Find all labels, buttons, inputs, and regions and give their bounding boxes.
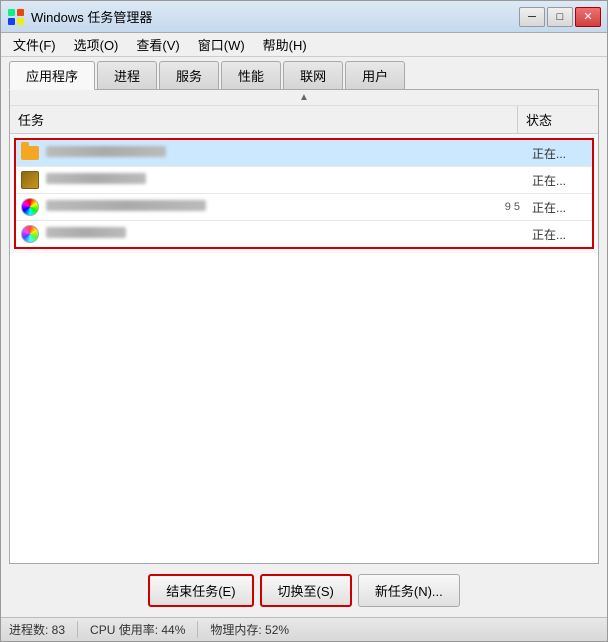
minimize-button[interactable]: ─ <box>519 7 545 27</box>
menu-options[interactable]: 选项(O) <box>66 33 127 56</box>
task-list: 正在... 正在... <box>14 138 594 249</box>
window-title: Windows 任务管理器 <box>31 7 519 26</box>
maximize-button[interactable]: □ <box>547 7 573 27</box>
col-header-status: 状态 <box>518 106 598 133</box>
scroll-indicator: ▲ <box>10 90 598 106</box>
task-status: 正在... <box>528 145 588 162</box>
status-cpu: CPU 使用率: 44% <box>78 621 198 638</box>
table-row[interactable]: 正在... <box>16 140 592 167</box>
menu-bar: 文件(F) 选项(O) 查看(V) 窗口(W) 帮助(H) <box>1 33 607 57</box>
table-row[interactable]: 9 5 正在... <box>16 194 592 221</box>
end-task-button[interactable]: 结束任务(E) <box>148 574 253 607</box>
task-table: 任务 状态 正在... <box>10 106 598 563</box>
up-arrow-icon: ▲ <box>299 92 309 103</box>
task-name <box>46 146 528 160</box>
status-memory: 物理内存: 52% <box>198 621 301 638</box>
window-icon <box>7 8 25 26</box>
switch-to-button[interactable]: 切换至(S) <box>260 574 352 607</box>
folder-icon <box>20 143 40 163</box>
task-name <box>46 227 528 241</box>
status-processes: 进程数: 83 <box>9 621 78 638</box>
close-button[interactable]: ✕ <box>575 7 601 27</box>
content-area: ▲ 任务 状态 正在... <box>9 89 599 564</box>
col-header-task: 任务 <box>10 106 518 133</box>
tab-processes[interactable]: 进程 <box>97 61 157 89</box>
tab-users[interactable]: 用户 <box>345 61 405 89</box>
tab-bar: 应用程序 进程 服务 性能 联网 用户 <box>1 57 607 89</box>
task-status: 正在... <box>528 226 588 243</box>
task-name <box>46 173 528 187</box>
window-controls: ─ □ ✕ <box>519 7 601 27</box>
colorwheel2-icon <box>20 224 40 244</box>
table-row[interactable]: 正在... <box>16 221 592 247</box>
task-extra: 9 5 <box>505 201 520 213</box>
task-status: 正在... <box>528 172 588 189</box>
new-task-button[interactable]: 新任务(N)... <box>358 574 460 607</box>
table-header: 任务 状态 <box>10 106 598 134</box>
tab-network[interactable]: 联网 <box>283 61 343 89</box>
task-manager-window: Windows 任务管理器 ─ □ ✕ 文件(F) 选项(O) 查看(V) 窗口… <box>0 0 608 642</box>
tab-performance[interactable]: 性能 <box>221 61 281 89</box>
menu-help[interactable]: 帮助(H) <box>255 33 315 56</box>
task-name <box>46 200 505 214</box>
tab-services[interactable]: 服务 <box>159 61 219 89</box>
colorwheel-icon <box>20 197 40 217</box>
menu-view[interactable]: 查看(V) <box>128 33 187 56</box>
title-bar: Windows 任务管理器 ─ □ ✕ <box>1 1 607 33</box>
status-bar: 进程数: 83 CPU 使用率: 44% 物理内存: 52% <box>1 617 607 641</box>
menu-window[interactable]: 窗口(W) <box>190 33 253 56</box>
package-icon <box>20 170 40 190</box>
task-status: 正在... <box>528 199 588 216</box>
button-area: 结束任务(E) 切换至(S) 新任务(N)... <box>1 564 607 617</box>
table-row[interactable]: 正在... <box>16 167 592 194</box>
tab-apps[interactable]: 应用程序 <box>9 61 95 90</box>
menu-file[interactable]: 文件(F) <box>5 33 64 56</box>
empty-area <box>10 253 598 563</box>
